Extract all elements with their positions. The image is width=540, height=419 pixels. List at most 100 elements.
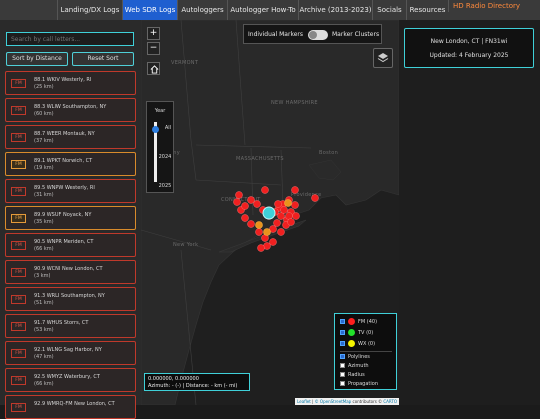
checkbox[interactable] <box>340 319 345 324</box>
fm-station-marker[interactable] <box>291 201 299 209</box>
home-button[interactable] <box>147 62 160 75</box>
checkbox[interactable] <box>340 330 345 335</box>
checkbox[interactable] <box>340 354 345 359</box>
marker-mode-switch[interactable] <box>308 30 328 40</box>
legend-azimuth-label: Azimuth <box>348 363 369 369</box>
legend-polylines[interactable]: Polylines <box>340 354 370 363</box>
fm-station-marker[interactable] <box>269 238 277 246</box>
fa-station-marker[interactable] <box>284 199 292 207</box>
fm-station-marker[interactable] <box>235 191 243 199</box>
azimuth-text: Azimuth: - (-) | Distance: - km (- mi) <box>148 383 238 389</box>
station-card[interactable]: FM 90.9 WCNI New London, CT (3 km) <box>5 260 136 284</box>
fm-station-marker[interactable] <box>255 228 263 236</box>
station-name: 92.1 WLNG Sag Harbor, NY <box>34 347 102 353</box>
station-card[interactable]: FM 91.7 WHUS Storrs, CT (53 km) <box>5 314 136 338</box>
fm-station-marker[interactable] <box>287 218 295 226</box>
checkbox[interactable] <box>340 381 345 386</box>
map-attribution: Leaflet | © OpenStreetMap contributors ©… <box>295 398 399 405</box>
station-band-badge: FM <box>11 322 26 331</box>
nav-archive[interactable]: Archive (2013-2023) <box>298 0 372 20</box>
station-name: 89.9 WSUF Noyack, NY <box>34 212 92 218</box>
station-card[interactable]: FM 89.5 WNPW Westerly, RI (31 km) <box>5 179 136 203</box>
station-band-badge: FM <box>11 79 26 88</box>
fm-station-marker[interactable] <box>274 200 282 208</box>
zoom-in-button[interactable]: + <box>147 27 160 40</box>
fm-station-marker[interactable] <box>280 206 288 214</box>
station-name: 88.3 WLIW Southampton, NY <box>34 104 107 110</box>
station-distance: (66 km) <box>34 381 54 387</box>
updated-text: Updated: 4 February 2025 <box>429 52 509 59</box>
fm-station-marker[interactable] <box>261 186 269 194</box>
checkbox[interactable] <box>340 363 345 368</box>
station-distance: (60 km) <box>34 111 54 117</box>
fm-station-marker[interactable] <box>241 202 249 210</box>
legend-propagation[interactable]: Propagation <box>340 381 378 390</box>
station-card[interactable]: FM 92.1 WLNG Sag Harbor, NY (47 km) <box>5 341 136 365</box>
fm-station-marker[interactable] <box>241 214 249 222</box>
nav-autologger-how-to[interactable]: Autologger How-To <box>227 0 298 20</box>
leaflet-link[interactable]: Leaflet <box>297 399 311 404</box>
fm-station-marker[interactable] <box>247 196 255 204</box>
nav-web-sdr-logs[interactable]: Web SDR Logs <box>122 0 177 20</box>
map-view[interactable]: VERMONT NEW HAMPSHIRE MASSACHUSETTS CONN… <box>141 20 399 405</box>
fm-station-marker[interactable] <box>273 219 281 227</box>
legend-tv[interactable]: TV (0) <box>340 329 373 338</box>
station-card[interactable]: FM 90.5 WNPR Meriden, CT (66 km) <box>5 233 136 257</box>
station-card[interactable]: FM 92.9 WMRQ-FM New London, CT <box>5 395 136 419</box>
station-distance: (37 km) <box>34 138 54 144</box>
fm-station-marker[interactable] <box>253 200 261 208</box>
fm-station-marker[interactable] <box>233 198 241 206</box>
legend-wx[interactable]: WX (0) <box>340 340 375 349</box>
fm-station-marker[interactable] <box>311 194 319 202</box>
reset-sort-button[interactable]: Reset Sort <box>72 52 134 66</box>
fm-station-marker[interactable] <box>247 220 255 228</box>
zoom-out-button[interactable]: − <box>147 42 160 55</box>
legend-fm[interactable]: FM (40) <box>340 318 377 327</box>
nav-autologgers[interactable]: Autologgers <box>177 0 227 20</box>
home-location-marker[interactable] <box>262 206 276 220</box>
station-card[interactable]: FM 92.5 WMYZ Waterbury, CT (66 km) <box>5 368 136 392</box>
nav-landing-dx-logs[interactable]: Landing/DX Logs <box>57 0 122 20</box>
layers-button[interactable] <box>373 48 393 68</box>
fa-station-marker[interactable] <box>263 228 271 236</box>
station-name: 89.1 WPKT Norwich, CT <box>34 158 93 164</box>
station-band-badge: FM <box>11 214 26 223</box>
station-distance: (31 km) <box>34 192 54 198</box>
legend-tv-label: TV (0) <box>358 330 374 336</box>
coordinate-readout: 0.000000, 0.000000 Azimuth: - (-) | Dist… <box>144 373 250 391</box>
station-card[interactable]: FM 89.9 WSUF Noyack, NY (35 km) <box>5 206 136 230</box>
station-distance: (19 km) <box>34 165 54 171</box>
station-card[interactable]: FM 88.3 WLIW Southampton, NY (60 km) <box>5 98 136 122</box>
station-card[interactable]: FM 88.7 WEER Montauk, NY (37 km) <box>5 125 136 149</box>
legend-propagation-label: Propagation <box>348 381 378 387</box>
fm-station-marker[interactable] <box>277 228 285 236</box>
year-all-label: All <box>164 125 172 131</box>
fa-station-marker[interactable] <box>255 221 263 229</box>
station-distance: (3 km) <box>34 273 51 279</box>
year-2025-label: 2025 <box>158 183 172 189</box>
nav-socials[interactable]: Socials <box>372 0 406 20</box>
station-card[interactable]: FM 91.3 WRLI Southampton, NY (51 km) <box>5 287 136 311</box>
nav-resources[interactable]: Resources <box>406 0 448 20</box>
sort-by-distance-button[interactable]: Sort by Distance <box>6 52 68 66</box>
fm-station-marker[interactable] <box>292 212 300 220</box>
checkbox[interactable] <box>340 341 345 346</box>
nav-hd-radio-directory[interactable]: HD Radio Directory <box>448 0 524 12</box>
station-distance: (53 km) <box>34 327 54 333</box>
search-input[interactable] <box>6 32 134 46</box>
station-name: 91.3 WRLI Southampton, NY <box>34 293 105 299</box>
legend-azimuth[interactable]: Azimuth <box>340 363 369 372</box>
carto-link[interactable]: CARTO <box>383 399 397 404</box>
station-card[interactable]: FM 89.1 WPKT Norwich, CT (19 km) <box>5 152 136 176</box>
fm-station-marker[interactable] <box>291 186 299 194</box>
station-card[interactable]: FM 88.1 WKIV Westerly, RI (25 km) <box>5 71 136 95</box>
checkbox[interactable] <box>340 372 345 377</box>
year-2024-label: 2024 <box>158 154 172 160</box>
fm-dot-icon <box>348 318 355 325</box>
station-band-badge: FM <box>11 403 26 412</box>
legend-polylines-label: Polylines <box>348 354 370 360</box>
legend-radius[interactable]: Radius <box>340 372 365 381</box>
fm-station-marker[interactable] <box>257 244 265 252</box>
osm-link[interactable]: © OpenStreetMap <box>315 399 352 404</box>
location-info-box: New London, CT | FN31wi Updated: 4 Febru… <box>404 28 534 68</box>
